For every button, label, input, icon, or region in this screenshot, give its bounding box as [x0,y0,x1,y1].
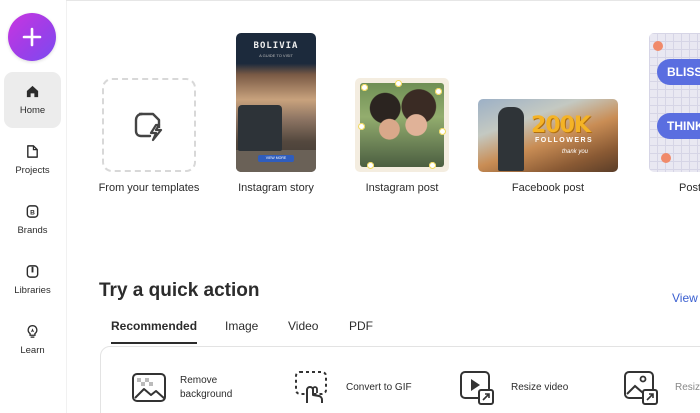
poster-thumbnail[interactable]: BLISS THINK [649,33,700,172]
sidebar-item-label: Learn [20,345,45,356]
library-icon [26,265,39,278]
tab-pdf[interactable]: PDF [349,319,373,333]
convert-to-gif-action[interactable]: Convert to GIF [294,369,412,407]
sidebar: Home Projects B Brands Libraries Learn [0,0,66,413]
lightbulb-icon [27,325,38,338]
thumb-title: BOLIVIA [253,41,299,51]
action-label: Remove [180,375,218,386]
brand-icon: B [26,205,39,218]
action-label: Resize video [511,382,569,393]
daisy-decoration [429,162,436,169]
template-label: Facebook post [511,182,585,194]
remove-background-icon [132,373,166,402]
remove-background-action[interactable]: Remove background [130,369,232,407]
thumb-word: THINK [657,113,700,139]
thumb-photo [360,83,444,167]
resize-image-icon [624,371,658,405]
plus-icon [22,27,42,47]
sidebar-item-projects[interactable]: Projects [4,132,61,188]
sidebar-item-learn[interactable]: Learn [4,312,61,368]
resize-video-icon [460,371,494,405]
action-label: Resiz [675,382,700,393]
thumb-car [238,105,282,151]
file-icon [27,145,38,158]
convert-gif-icon [295,371,327,403]
daisy-decoration [361,84,368,91]
thumb-script: thank you [562,149,589,155]
facebook-post-thumbnail[interactable]: 200K FOLLOWERS thank you [478,99,618,172]
thumb-person [498,107,524,171]
thumb-dot [661,153,671,163]
thumb-followers: FOLLOWERS [535,137,594,144]
template-label: Post [678,182,700,194]
tab-image[interactable]: Image [225,319,258,333]
action-label: background [180,389,233,400]
daisy-decoration [439,128,446,135]
svg-text:B: B [30,210,35,217]
thumb-word: BLISS [657,59,700,85]
tab-video[interactable]: Video [288,319,318,333]
view-all-link[interactable]: View [672,291,698,305]
resize-image-action[interactable]: Resiz [622,369,700,407]
thumb-subtitle: A GUIDE TO VISIT [259,53,293,58]
home-icon [26,85,39,98]
sidebar-item-label: Libraries [14,285,51,296]
thumb-dot [653,41,663,51]
quick-actions-title: Try a quick action [99,280,260,301]
active-tab-indicator [111,342,197,344]
sidebar-item-label: Home [19,105,46,116]
header-divider [66,0,700,1]
template-lightning-icon [134,112,163,142]
tab-recommended[interactable]: Recommended [111,319,197,333]
sidebar-item-libraries[interactable]: Libraries [4,252,61,308]
resize-video-action[interactable]: Resize video [458,369,568,407]
sidebar-item-home[interactable]: Home [4,72,61,128]
daisy-decoration [435,88,442,95]
instagram-story-thumbnail[interactable]: BOLIVIA A GUIDE TO VISIT VIEW MORE [236,33,316,172]
daisy-decoration [395,80,402,87]
sidebar-item-brands[interactable]: B Brands [4,192,61,248]
sidebar-item-label: Projects [15,165,50,176]
action-label: Convert to GIF [346,382,412,393]
template-label: From your templates [98,182,200,194]
thumb-button: VIEW MORE [258,155,294,162]
create-button[interactable] [8,13,56,61]
from-your-templates-card[interactable] [102,78,196,172]
instagram-post-thumbnail[interactable] [355,78,449,172]
sidebar-divider [66,0,67,413]
thumb-big-number: 200K [531,113,591,138]
sidebar-item-label: Brands [17,225,48,236]
template-label: Instagram post [365,182,439,194]
daisy-decoration [367,162,374,169]
template-label: Instagram story [238,182,314,194]
daisy-decoration [358,123,365,130]
